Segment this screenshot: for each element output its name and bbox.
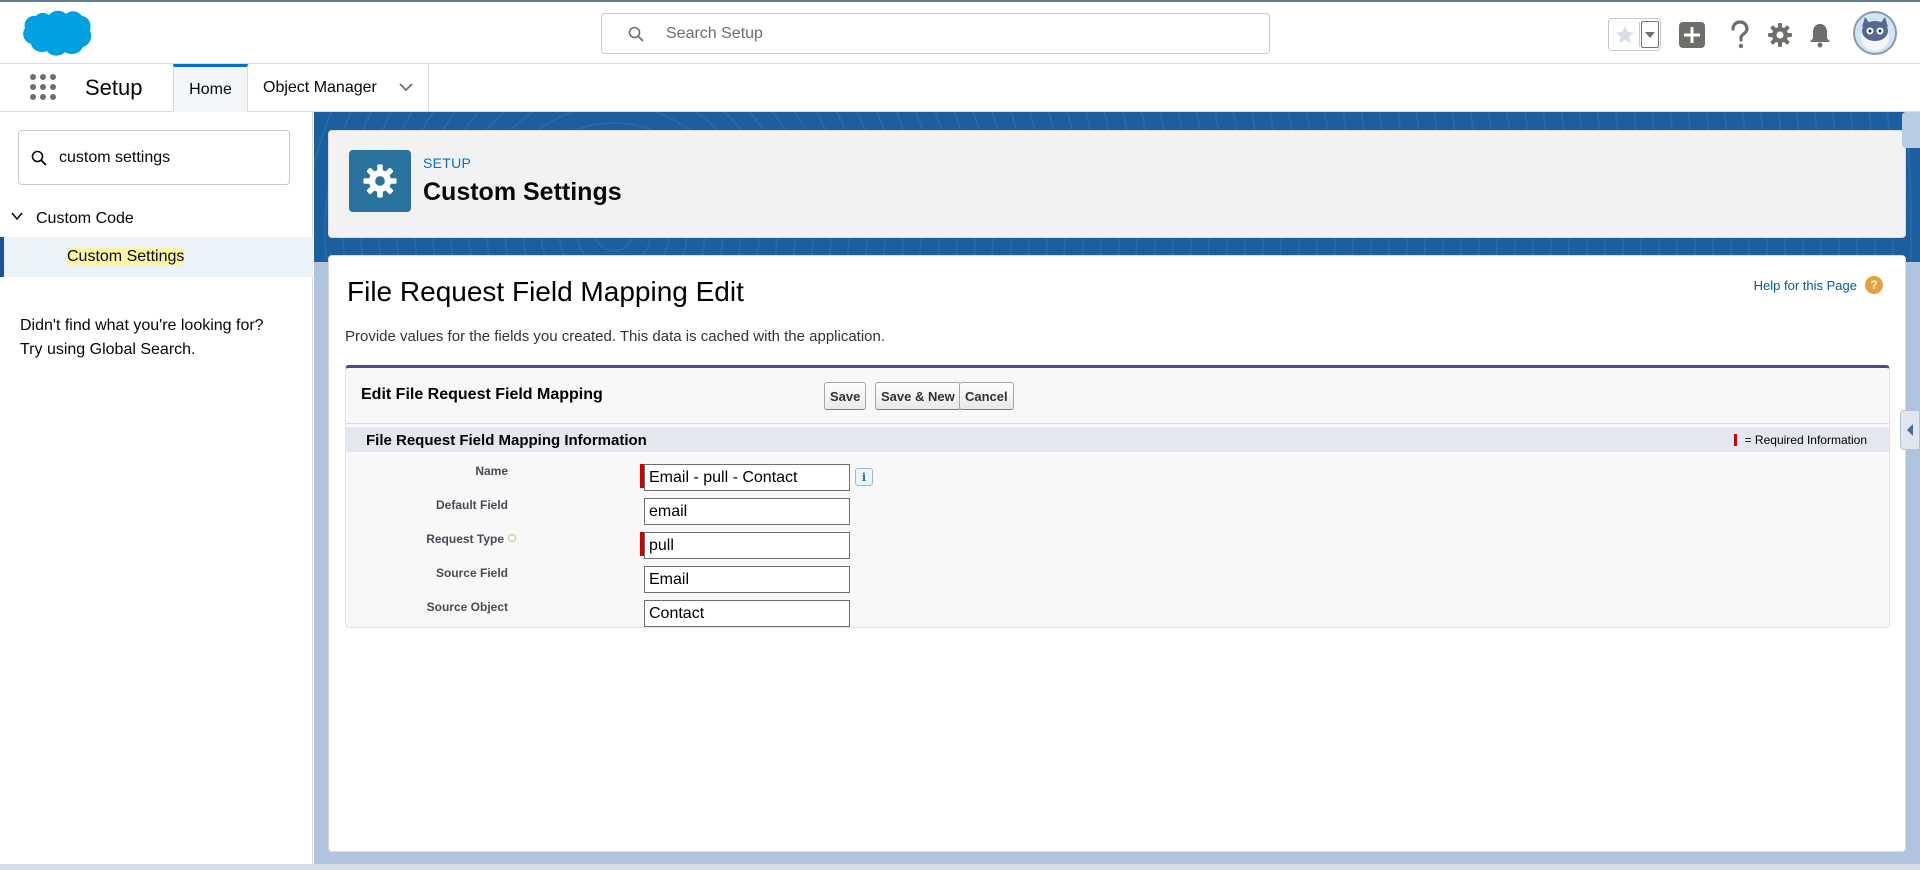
favorites-dropdown-icon[interactable]	[1641, 21, 1659, 48]
edit-page-title: File Request Field Mapping Edit	[347, 276, 744, 307]
info-icon[interactable]: i	[855, 468, 873, 486]
page-block-header: Edit File Request Field Mapping Save Sav…	[346, 368, 1889, 424]
chevron-down-icon[interactable]	[10, 209, 24, 228]
field-row-name: Name i	[346, 462, 946, 491]
not-found-help: Didn't find what you're looking for? Try…	[20, 314, 300, 362]
request-type-input[interactable]	[644, 532, 850, 559]
favorites-group	[1608, 18, 1661, 51]
default-field-input[interactable]	[644, 498, 850, 525]
page-header: SETUP Custom Settings	[328, 130, 1906, 238]
page-title: Custom Settings	[423, 178, 622, 206]
quick-find[interactable]	[18, 130, 290, 185]
save-button[interactable]: Save	[824, 382, 867, 410]
field-row-source-object: Source Object	[346, 598, 946, 627]
global-search-hint: Try using Global Search.	[20, 341, 196, 358]
tab-home-label: Home	[189, 80, 232, 98]
required-legend: = Required Information	[1733, 433, 1867, 447]
tab-object-manager-label: Object Manager	[263, 79, 377, 96]
tab-object-manager[interactable]: Object Manager	[248, 64, 429, 112]
user-avatar[interactable]	[1853, 11, 1897, 55]
section-header: File Request Field Mapping Information =…	[346, 426, 1889, 452]
help-icon[interactable]	[1725, 20, 1755, 50]
required-legend-text: = Required Information	[1744, 433, 1867, 447]
page-block-title: Edit File Request Field Mapping	[361, 386, 603, 403]
field-label-source-field: Source Field	[435, 566, 508, 580]
field-label-source-object: Source Object	[426, 600, 508, 614]
setup-sidebar: Custom Code Custom Settings Didn't find …	[0, 112, 313, 870]
global-search-input[interactable]	[666, 22, 1246, 46]
bottom-strip	[0, 864, 1920, 870]
collapse-panel-handle[interactable]	[1900, 410, 1920, 450]
name-input[interactable]	[644, 464, 850, 491]
utility-panel-handle[interactable]	[1902, 112, 1920, 148]
quick-find-input[interactable]	[59, 146, 279, 170]
help-question-icon[interactable]: ?	[1865, 276, 1883, 294]
help-link[interactable]: Help for this Page	[1754, 278, 1857, 293]
context-bar: Setup Home Object Manager	[0, 64, 1920, 112]
chevron-down-icon[interactable]	[398, 79, 414, 100]
search-icon	[31, 150, 47, 171]
page-description: Provide values for the fields you create…	[345, 328, 886, 345]
app-launcher-icon[interactable]	[28, 72, 58, 102]
save-and-new-button[interactable]: Save & New	[875, 382, 961, 410]
tab-home[interactable]: Home	[173, 64, 248, 112]
section-title: File Request Field Mapping Information	[366, 432, 647, 449]
source-field-input[interactable]	[644, 566, 850, 593]
required-marker	[1733, 434, 1737, 446]
help-tip-icon[interactable]	[508, 534, 516, 542]
field-row-default-field: Default Field	[346, 496, 946, 525]
tree-node-label: Custom Code	[36, 209, 134, 227]
tree-item-custom-settings[interactable]: Custom Settings	[0, 237, 313, 277]
setup-gear-icon	[349, 150, 411, 212]
app-name: Setup	[85, 75, 143, 100]
field-label-request-type-text: Request Type	[426, 532, 504, 546]
field-row-source-field: Source Field	[346, 564, 946, 593]
gear-icon[interactable]	[1765, 20, 1795, 50]
salesforce-logo[interactable]	[19, 7, 93, 59]
global-header	[0, 0, 1920, 64]
search-icon	[628, 26, 644, 42]
tree-node-custom-code[interactable]: Custom Code	[10, 209, 134, 228]
field-row-request-type: Request Type	[346, 530, 946, 559]
field-label-request-type: Request Type	[426, 532, 516, 546]
add-icon[interactable]	[1677, 20, 1707, 50]
cancel-button[interactable]: Cancel	[959, 382, 1014, 410]
tree-item-label: Custom Settings	[67, 248, 185, 266]
field-label-default-field: Default Field	[435, 498, 508, 512]
page-eyebrow: SETUP	[423, 155, 472, 171]
star-icon[interactable]	[1613, 23, 1637, 47]
not-found-line: Didn't find what you're looking for?	[20, 317, 264, 334]
field-label-name: Name	[475, 464, 508, 478]
source-object-input[interactable]	[644, 600, 850, 627]
edit-page-block: Edit File Request Field Mapping Save Sav…	[345, 365, 1890, 628]
bell-icon[interactable]	[1805, 20, 1835, 50]
content-card: File Request Field Mapping Edit Help for…	[328, 255, 1906, 852]
global-search[interactable]	[601, 13, 1270, 54]
